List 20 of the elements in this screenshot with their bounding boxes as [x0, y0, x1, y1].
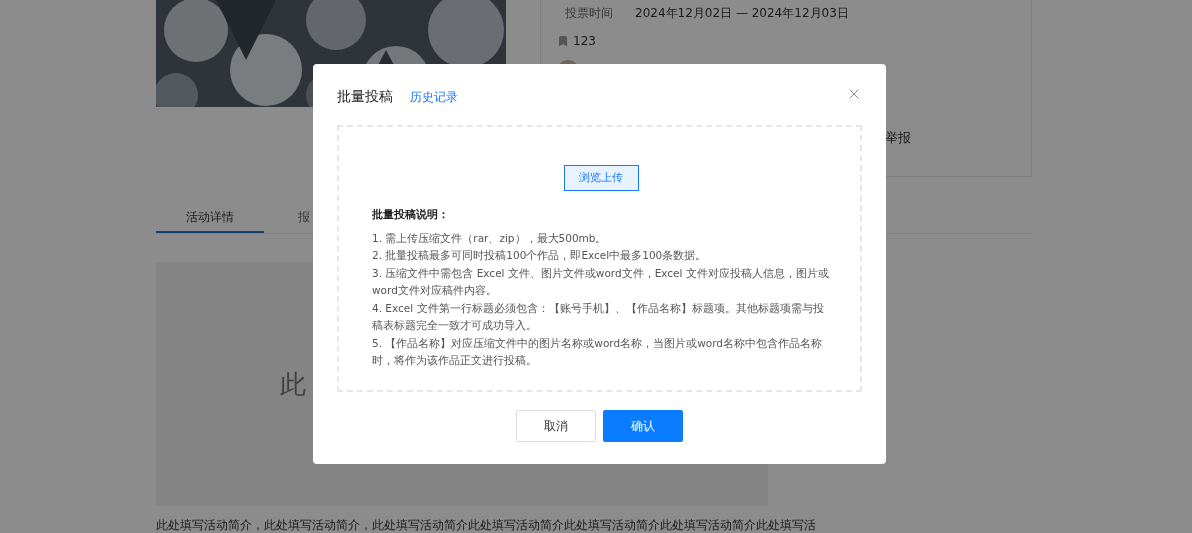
instruction-text: 3. 压缩文件中需包含 Excel 文件、图片文件或word文件，Excel 文件对应投稿人信息，图片或word文件对应稿件内容。 — [372, 265, 830, 298]
banner-text: 此 — [280, 367, 306, 401]
bookmark-icon — [557, 35, 569, 47]
tab[interactable]: 活动详情 — [156, 203, 264, 233]
cancel-button[interactable]: 取消 — [516, 410, 596, 442]
dialog-title: 批量投稿 — [337, 87, 393, 106]
vote-time-label: 投票时间 — [565, 5, 613, 22]
instruction-text: 4. Excel 文件第一行标题必须包含：【账号手机】、【作品名称】标题项。其他标题项需与投稿表标题完全一致才可成功导入。 — [372, 300, 825, 333]
upload-button[interactable]: 浏览上传 — [563, 165, 639, 191]
tab[interactable]: 报 — [264, 203, 344, 233]
instruction-text: 1. 需上传压缩文件（rar、zip），最大500mb。 — [372, 230, 608, 246]
history-link[interactable]: 历史记录 — [410, 87, 458, 106]
report-link[interactable]: 举报 — [885, 128, 911, 148]
instructions-title: 批量投稿说明： — [372, 207, 450, 223]
instruction-text: 2. 批量投稿最多可同时投稿100个作品，即Excel中最多100条数据。 — [372, 248, 708, 263]
bookmark-count: 123 — [573, 33, 596, 50]
vote-time-value: 2024年12月02日 — 2024年12月03日 — [635, 5, 849, 22]
instruction-text: 5. 【作品名称】对应压缩文件中的图片名称或word名称，当图片或word名称中包含作品名称时，将作为该作品正文进行投稿。 — [372, 335, 823, 368]
intro-text: 此处填写活动简介，此处填写活动简介，此处填写活动简介此处填写活动简介此处填写活动简介此处填写活动简介此处填写活 — [156, 517, 817, 533]
confirm-button[interactable]: 确认 — [603, 410, 683, 442]
